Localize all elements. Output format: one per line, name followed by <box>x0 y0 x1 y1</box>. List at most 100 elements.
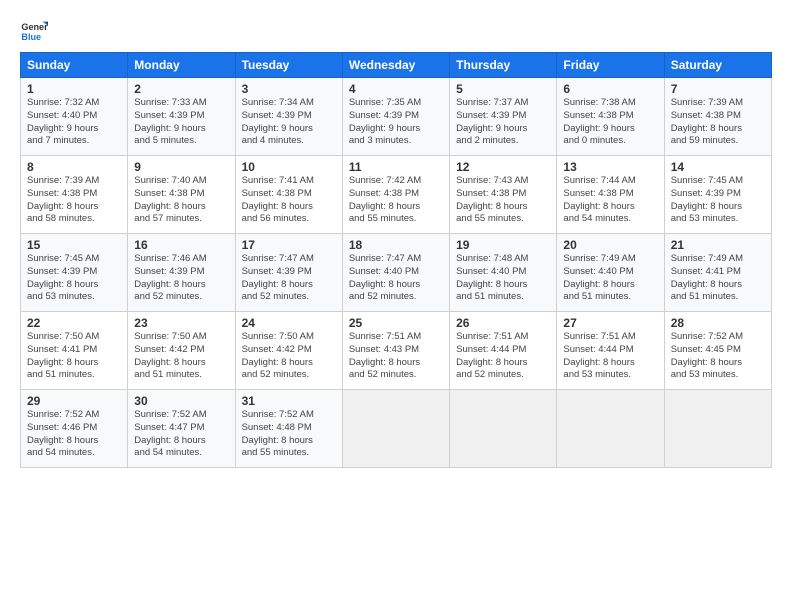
weekday-header-tuesday: Tuesday <box>235 53 342 78</box>
day-number: 21 <box>671 238 765 252</box>
day-number: 7 <box>671 82 765 96</box>
calendar-cell: 15 Sunrise: 7:45 AMSunset: 4:39 PMDaylig… <box>21 234 128 312</box>
day-number: 12 <box>456 160 550 174</box>
day-number: 15 <box>27 238 121 252</box>
calendar-cell: 31 Sunrise: 7:52 AMSunset: 4:48 PMDaylig… <box>235 390 342 468</box>
calendar-header-row: SundayMondayTuesdayWednesdayThursdayFrid… <box>21 53 772 78</box>
calendar-cell <box>664 390 771 468</box>
day-detail: Sunrise: 7:41 AMSunset: 4:38 PMDaylight:… <box>242 175 314 224</box>
calendar-cell: 10 Sunrise: 7:41 AMSunset: 4:38 PMDaylig… <box>235 156 342 234</box>
calendar-cell <box>342 390 449 468</box>
calendar-cell: 3 Sunrise: 7:34 AMSunset: 4:39 PMDayligh… <box>235 78 342 156</box>
weekday-header-saturday: Saturday <box>664 53 771 78</box>
calendar-cell <box>557 390 664 468</box>
day-detail: Sunrise: 7:45 AMSunset: 4:39 PMDaylight:… <box>27 253 99 302</box>
day-number: 20 <box>563 238 657 252</box>
day-detail: Sunrise: 7:34 AMSunset: 4:39 PMDaylight:… <box>242 97 314 146</box>
calendar-cell: 12 Sunrise: 7:43 AMSunset: 4:38 PMDaylig… <box>450 156 557 234</box>
calendar-week-5: 29 Sunrise: 7:52 AMSunset: 4:46 PMDaylig… <box>21 390 772 468</box>
day-detail: Sunrise: 7:52 AMSunset: 4:45 PMDaylight:… <box>671 331 743 380</box>
calendar-cell: 25 Sunrise: 7:51 AMSunset: 4:43 PMDaylig… <box>342 312 449 390</box>
page-container: General Blue SundayMondayTuesdayWednesda… <box>0 0 792 478</box>
day-number: 18 <box>349 238 443 252</box>
day-detail: Sunrise: 7:52 AMSunset: 4:48 PMDaylight:… <box>242 409 314 458</box>
day-detail: Sunrise: 7:52 AMSunset: 4:47 PMDaylight:… <box>134 409 206 458</box>
day-number: 22 <box>27 316 121 330</box>
day-detail: Sunrise: 7:35 AMSunset: 4:39 PMDaylight:… <box>349 97 421 146</box>
calendar-week-2: 8 Sunrise: 7:39 AMSunset: 4:38 PMDayligh… <box>21 156 772 234</box>
weekday-header-friday: Friday <box>557 53 664 78</box>
calendar-week-3: 15 Sunrise: 7:45 AMSunset: 4:39 PMDaylig… <box>21 234 772 312</box>
calendar-cell: 28 Sunrise: 7:52 AMSunset: 4:45 PMDaylig… <box>664 312 771 390</box>
day-number: 14 <box>671 160 765 174</box>
weekday-header-monday: Monday <box>128 53 235 78</box>
weekday-header-wednesday: Wednesday <box>342 53 449 78</box>
day-number: 27 <box>563 316 657 330</box>
day-detail: Sunrise: 7:38 AMSunset: 4:38 PMDaylight:… <box>563 97 635 146</box>
calendar-cell: 26 Sunrise: 7:51 AMSunset: 4:44 PMDaylig… <box>450 312 557 390</box>
day-number: 19 <box>456 238 550 252</box>
day-detail: Sunrise: 7:44 AMSunset: 4:38 PMDaylight:… <box>563 175 635 224</box>
day-detail: Sunrise: 7:48 AMSunset: 4:40 PMDaylight:… <box>456 253 528 302</box>
calendar-cell: 5 Sunrise: 7:37 AMSunset: 4:39 PMDayligh… <box>450 78 557 156</box>
day-detail: Sunrise: 7:42 AMSunset: 4:38 PMDaylight:… <box>349 175 421 224</box>
svg-text:Blue: Blue <box>21 32 41 42</box>
day-number: 13 <box>563 160 657 174</box>
day-number: 8 <box>27 160 121 174</box>
day-number: 31 <box>242 394 336 408</box>
calendar-cell: 18 Sunrise: 7:47 AMSunset: 4:40 PMDaylig… <box>342 234 449 312</box>
calendar-cell: 27 Sunrise: 7:51 AMSunset: 4:44 PMDaylig… <box>557 312 664 390</box>
svg-text:General: General <box>21 22 48 32</box>
calendar-cell: 20 Sunrise: 7:49 AMSunset: 4:40 PMDaylig… <box>557 234 664 312</box>
calendar-cell: 11 Sunrise: 7:42 AMSunset: 4:38 PMDaylig… <box>342 156 449 234</box>
day-detail: Sunrise: 7:47 AMSunset: 4:39 PMDaylight:… <box>242 253 314 302</box>
day-detail: Sunrise: 7:50 AMSunset: 4:42 PMDaylight:… <box>242 331 314 380</box>
calendar-cell: 21 Sunrise: 7:49 AMSunset: 4:41 PMDaylig… <box>664 234 771 312</box>
calendar-cell: 22 Sunrise: 7:50 AMSunset: 4:41 PMDaylig… <box>21 312 128 390</box>
day-number: 4 <box>349 82 443 96</box>
day-detail: Sunrise: 7:49 AMSunset: 4:41 PMDaylight:… <box>671 253 743 302</box>
calendar-cell: 1 Sunrise: 7:32 AMSunset: 4:40 PMDayligh… <box>21 78 128 156</box>
day-detail: Sunrise: 7:47 AMSunset: 4:40 PMDaylight:… <box>349 253 421 302</box>
day-detail: Sunrise: 7:51 AMSunset: 4:44 PMDaylight:… <box>563 331 635 380</box>
calendar-cell: 19 Sunrise: 7:48 AMSunset: 4:40 PMDaylig… <box>450 234 557 312</box>
calendar-table: SundayMondayTuesdayWednesdayThursdayFrid… <box>20 52 772 468</box>
weekday-header-sunday: Sunday <box>21 53 128 78</box>
day-detail: Sunrise: 7:52 AMSunset: 4:46 PMDaylight:… <box>27 409 99 458</box>
weekday-header-thursday: Thursday <box>450 53 557 78</box>
day-detail: Sunrise: 7:51 AMSunset: 4:43 PMDaylight:… <box>349 331 421 380</box>
calendar-cell: 9 Sunrise: 7:40 AMSunset: 4:38 PMDayligh… <box>128 156 235 234</box>
day-detail: Sunrise: 7:51 AMSunset: 4:44 PMDaylight:… <box>456 331 528 380</box>
calendar-body: 1 Sunrise: 7:32 AMSunset: 4:40 PMDayligh… <box>21 78 772 468</box>
calendar-cell: 6 Sunrise: 7:38 AMSunset: 4:38 PMDayligh… <box>557 78 664 156</box>
day-number: 6 <box>563 82 657 96</box>
day-number: 17 <box>242 238 336 252</box>
day-number: 24 <box>242 316 336 330</box>
day-number: 25 <box>349 316 443 330</box>
day-detail: Sunrise: 7:39 AMSunset: 4:38 PMDaylight:… <box>27 175 99 224</box>
day-detail: Sunrise: 7:33 AMSunset: 4:39 PMDaylight:… <box>134 97 206 146</box>
day-number: 30 <box>134 394 228 408</box>
calendar-cell: 24 Sunrise: 7:50 AMSunset: 4:42 PMDaylig… <box>235 312 342 390</box>
day-number: 9 <box>134 160 228 174</box>
day-number: 23 <box>134 316 228 330</box>
calendar-cell: 14 Sunrise: 7:45 AMSunset: 4:39 PMDaylig… <box>664 156 771 234</box>
calendar-cell: 23 Sunrise: 7:50 AMSunset: 4:42 PMDaylig… <box>128 312 235 390</box>
day-number: 26 <box>456 316 550 330</box>
day-detail: Sunrise: 7:49 AMSunset: 4:40 PMDaylight:… <box>563 253 635 302</box>
calendar-week-1: 1 Sunrise: 7:32 AMSunset: 4:40 PMDayligh… <box>21 78 772 156</box>
calendar-cell: 7 Sunrise: 7:39 AMSunset: 4:38 PMDayligh… <box>664 78 771 156</box>
day-detail: Sunrise: 7:32 AMSunset: 4:40 PMDaylight:… <box>27 97 99 146</box>
day-number: 28 <box>671 316 765 330</box>
day-detail: Sunrise: 7:40 AMSunset: 4:38 PMDaylight:… <box>134 175 206 224</box>
day-number: 2 <box>134 82 228 96</box>
day-number: 3 <box>242 82 336 96</box>
day-detail: Sunrise: 7:39 AMSunset: 4:38 PMDaylight:… <box>671 97 743 146</box>
calendar-cell: 29 Sunrise: 7:52 AMSunset: 4:46 PMDaylig… <box>21 390 128 468</box>
day-detail: Sunrise: 7:43 AMSunset: 4:38 PMDaylight:… <box>456 175 528 224</box>
day-number: 16 <box>134 238 228 252</box>
calendar-cell: 30 Sunrise: 7:52 AMSunset: 4:47 PMDaylig… <box>128 390 235 468</box>
calendar-cell: 8 Sunrise: 7:39 AMSunset: 4:38 PMDayligh… <box>21 156 128 234</box>
logo: General Blue <box>20 16 50 44</box>
calendar-cell <box>450 390 557 468</box>
